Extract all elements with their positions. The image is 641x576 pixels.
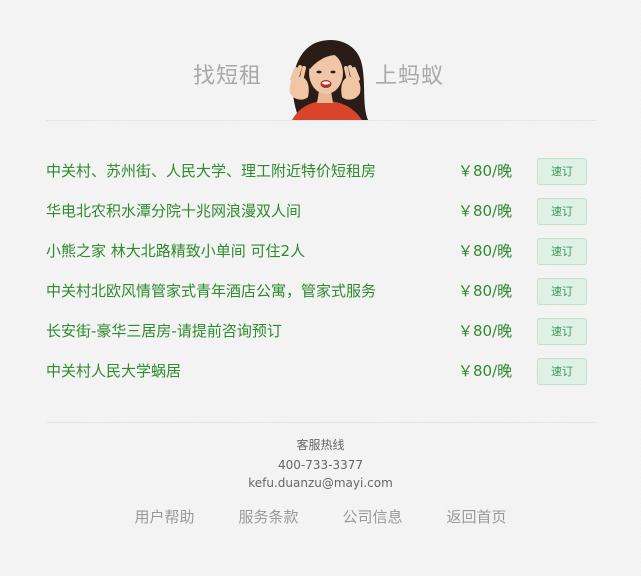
listing-price: ￥80/晚	[458, 322, 513, 340]
listing-row: 华电北农积水潭分院十兆网浪漫双人间 ￥80/晚 速订	[46, 192, 597, 232]
listing-list: 中关村、苏州街、人民大学、理工附近特价短租房 ￥80/晚 速订 华电北农积水潭分…	[46, 152, 597, 392]
hotline-label: 客服热线	[296, 438, 345, 452]
header-banner: 找短租 上蚂蚁	[0, 30, 641, 120]
spokesperson-photo	[289, 39, 368, 120]
quick-book-button[interactable]: 速订	[537, 278, 587, 305]
quick-book-button[interactable]: 速订	[537, 238, 587, 265]
listing-title-link[interactable]: 中关村人民大学蜗居	[46, 360, 181, 382]
listing-price: ￥80/晚	[458, 282, 513, 300]
quick-book-button[interactable]: 速订	[537, 158, 587, 185]
bottom-divider	[46, 422, 597, 423]
listing-title-link[interactable]: 长安街-豪华三居房-请提前咨询预订	[46, 320, 282, 342]
hotline-phone: 400-733-3377	[277, 458, 363, 472]
support-email: kefu.duanzu@mayi.com	[248, 476, 393, 490]
contact-info: 客服热线 400-733-3377 kefu.duanzu@mayi.com	[0, 436, 641, 492]
listing-price: ￥80/晚	[458, 162, 513, 180]
listing-price: ￥80/晚	[458, 242, 513, 260]
listing-price: ￥80/晚	[458, 202, 513, 220]
footer-link-terms[interactable]: 服务条款	[238, 506, 298, 528]
slogan-right: 上蚂蚁	[375, 64, 445, 89]
listing-title-link[interactable]: 中关村、苏州街、人民大学、理工附近特价短租房	[46, 160, 376, 182]
listing-title-link[interactable]: 小熊之家 林大北路精致小单间 可住2人	[46, 240, 305, 262]
listing-title-link[interactable]: 中关村北欧风情管家式青年酒店公寓，管家式服务	[46, 280, 376, 302]
footer-link-home[interactable]: 返回首页	[447, 506, 507, 528]
quick-book-button[interactable]: 速订	[537, 358, 587, 385]
listing-row: 小熊之家 林大北路精致小单间 可住2人 ￥80/晚 速订	[46, 232, 597, 272]
footer-links: 用户帮助 服务条款 公司信息 返回首页	[0, 506, 641, 528]
footer-link-help[interactable]: 用户帮助	[134, 506, 194, 528]
listing-title-link[interactable]: 华电北农积水潭分院十兆网浪漫双人间	[46, 200, 301, 222]
quick-book-button[interactable]: 速订	[537, 198, 587, 225]
listing-price: ￥80/晚	[458, 362, 513, 380]
listing-row: 中关村、苏州街、人民大学、理工附近特价短租房 ￥80/晚 速订	[46, 152, 597, 192]
listing-row: 中关村北欧风情管家式青年酒店公寓，管家式服务 ￥80/晚 速订	[46, 272, 597, 312]
top-divider	[46, 120, 597, 121]
slogan-left: 找短租	[193, 64, 263, 89]
listing-row: 中关村人民大学蜗居 ￥80/晚 速订	[46, 352, 597, 392]
footer-link-company[interactable]: 公司信息	[343, 506, 403, 528]
quick-book-button[interactable]: 速订	[537, 318, 587, 345]
listing-row: 长安街-豪华三居房-请提前咨询预订 ￥80/晚 速订	[46, 312, 597, 352]
